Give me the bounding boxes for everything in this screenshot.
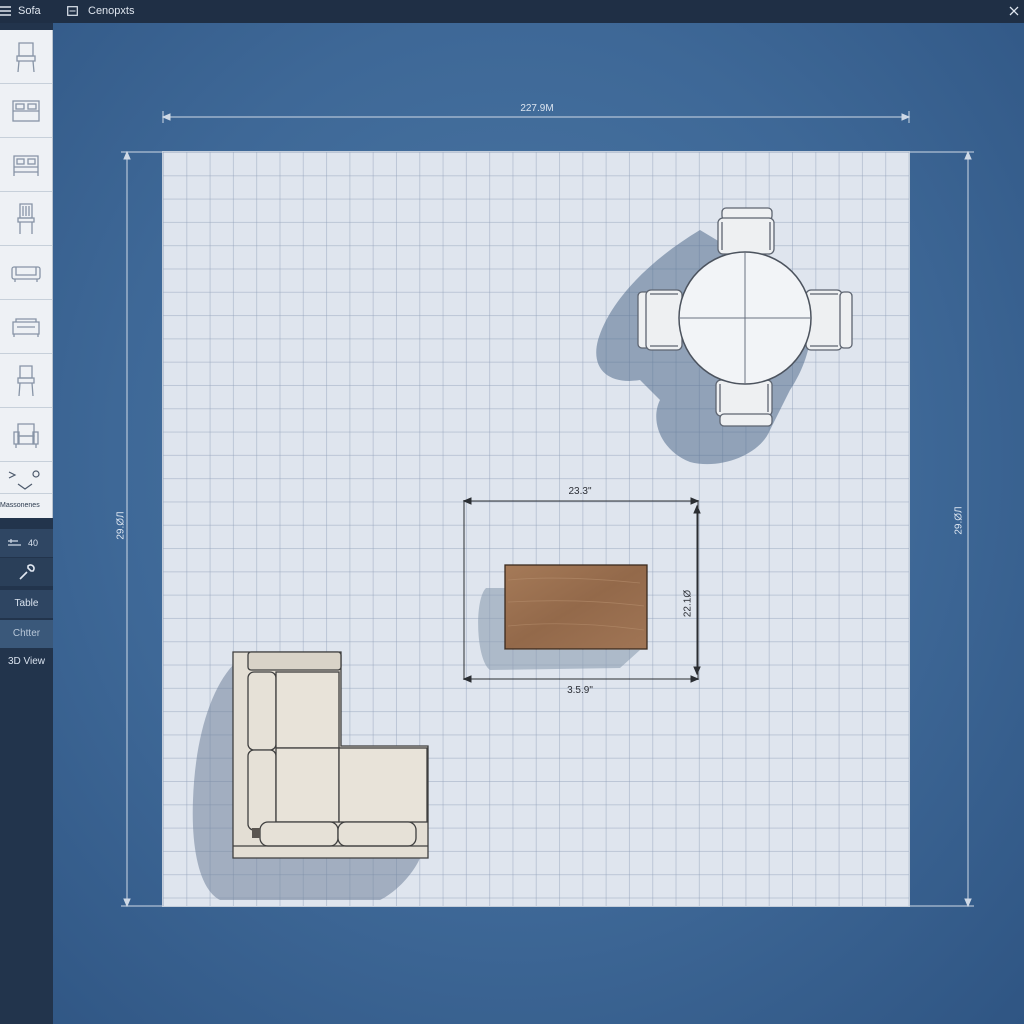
- table-height-label: 22.1Ø: [682, 589, 694, 618]
- coffee-table[interactable]: [504, 564, 648, 650]
- floor-plan-overlay: [121, 111, 974, 908]
- dining-chair-right[interactable]: [805, 289, 853, 351]
- table-width-label: 23.3": [568, 486, 592, 497]
- dining-chair-bottom[interactable]: [715, 379, 773, 427]
- round-dining-table[interactable]: [678, 251, 812, 385]
- dining-chair-left[interactable]: [637, 289, 683, 351]
- sectional-sofa[interactable]: [232, 651, 429, 859]
- dining-chair-top[interactable]: [717, 207, 775, 255]
- room-height-dimension-left: [121, 150, 162, 908]
- table-depth-label: 3.5.9": [567, 685, 593, 696]
- room-height-label-left: 29.ØЛ: [115, 511, 127, 540]
- room-height-label-right: 29.ØЛ: [953, 506, 965, 535]
- room-width-label: 227.9M: [520, 103, 554, 114]
